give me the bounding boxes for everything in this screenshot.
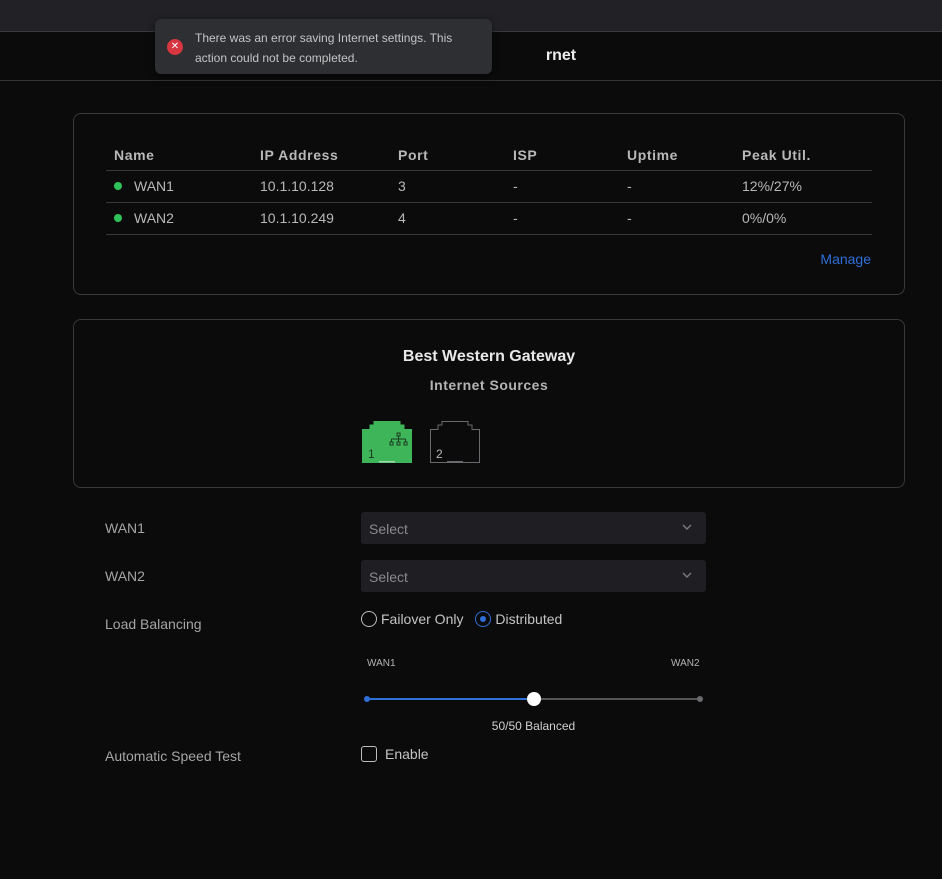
cell-peak-util: 0%/0% — [734, 202, 872, 235]
manage-link[interactable]: Manage — [820, 251, 871, 267]
status-online-icon — [114, 182, 122, 191]
wan-status-card: Name IP Address Port ISP Uptime Peak Uti… — [73, 113, 905, 295]
cell-name: WAN2 — [106, 202, 252, 235]
gateway-subtitle: Internet Sources — [429, 377, 549, 393]
slider-caption: 50/50 Balanced — [491, 719, 576, 733]
slider-right-label: WAN2 — [671, 658, 700, 669]
radio-distributed-label: Distributed — [495, 611, 563, 627]
cell-uptime: - — [619, 170, 734, 203]
wan2-label: WAN2 — [105, 568, 145, 584]
ethernet-port-1[interactable]: 1 — [362, 421, 412, 463]
speed-test-enable-checkbox[interactable]: Enable — [361, 746, 429, 762]
slider-fill — [367, 698, 534, 700]
wan1-select-value: Select — [369, 521, 408, 537]
wan2-select[interactable]: Select — [361, 560, 706, 592]
cell-port: 4 — [390, 202, 505, 235]
error-x-icon[interactable]: ✕ — [167, 39, 183, 55]
column-header-name: Name — [106, 140, 252, 171]
wan2-select-value: Select — [369, 569, 408, 585]
wan1-label: WAN1 — [105, 520, 145, 536]
radio-distributed-circle[interactable] — [475, 611, 492, 627]
load-balance-slider[interactable] — [364, 692, 703, 706]
slider-thumb[interactable] — [526, 692, 541, 706]
table-row[interactable]: WAN1 10.1.10.128 3 - - 12%/27% — [106, 170, 872, 203]
error-toast: ✕ There was an error saving Internet set… — [155, 19, 492, 74]
ethernet-port-2[interactable]: 2 — [430, 421, 480, 463]
column-header-ip: IP Address — [252, 140, 390, 171]
cell-peak-util: 12%/27% — [734, 170, 872, 203]
radio-failover-only-circle[interactable] — [361, 611, 377, 627]
table-row[interactable]: WAN2 10.1.10.249 4 - - 0%/0% — [106, 202, 872, 235]
cell-name: WAN1 — [106, 170, 252, 203]
port-number: 1 — [368, 447, 375, 461]
cell-ip: 10.1.10.249 — [252, 202, 390, 235]
load-balancing-radio-group: Failover Only Distributed — [361, 611, 570, 630]
slider-end-dot — [697, 696, 703, 702]
checkbox-box[interactable] — [361, 746, 377, 762]
cell-ip: 10.1.10.128 — [252, 170, 390, 203]
checkbox-label: Enable — [385, 746, 429, 762]
radio-distributed[interactable]: Distributed — [475, 611, 562, 627]
cell-isp: - — [505, 170, 619, 203]
column-header-port: Port — [390, 140, 505, 171]
table-header-row: Name IP Address Port ISP Uptime Peak Uti… — [106, 140, 872, 171]
chevron-down-icon — [682, 572, 692, 578]
radio-failover-only-label: Failover Only — [381, 611, 464, 627]
port-number: 2 — [436, 447, 443, 461]
cell-port: 3 — [390, 170, 505, 203]
wan1-select[interactable]: Select — [361, 512, 706, 544]
slider-left-label: WAN1 — [367, 658, 396, 669]
column-header-isp: ISP — [505, 140, 619, 171]
gateway-card: Best Western Gateway Internet Sources 1 — [73, 319, 905, 488]
chevron-down-icon — [682, 524, 692, 530]
slider-start-dot — [364, 696, 370, 702]
wan-table: Name IP Address Port ISP Uptime Peak Uti… — [106, 140, 872, 235]
column-header-uptime: Uptime — [619, 140, 734, 171]
gateway-title: Best Western Gateway — [402, 348, 576, 365]
cell-uptime: - — [619, 202, 734, 235]
cell-isp: - — [505, 202, 619, 235]
column-header-peak-util: Peak Util. — [734, 140, 872, 171]
toast-message: There was an error saving Internet setti… — [195, 31, 453, 65]
load-balancing-label: Load Balancing — [105, 616, 202, 632]
status-online-icon — [114, 214, 122, 223]
speed-test-label: Automatic Speed Test — [105, 748, 241, 764]
radio-failover-only[interactable]: Failover Only — [361, 611, 463, 627]
